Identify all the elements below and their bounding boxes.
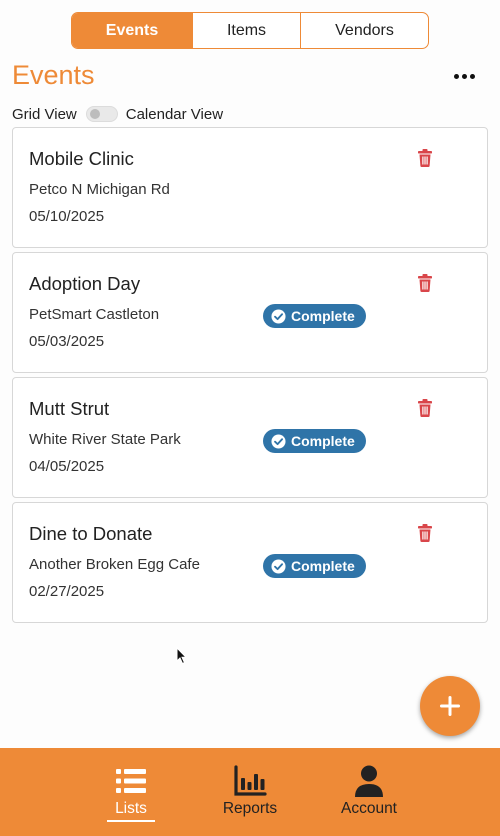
tab-reports[interactable]: Reports <box>215 748 285 836</box>
event-date: 05/03/2025 <box>29 333 105 350</box>
status-badge: Complete <box>263 304 366 328</box>
tab-account-label: Account <box>340 800 397 817</box>
status-badge: Complete <box>263 429 366 453</box>
event-location: White River State Park <box>29 431 181 448</box>
event-date: 04/05/2025 <box>29 458 105 475</box>
add-event-button[interactable] <box>420 676 480 736</box>
event-card[interactable]: Dine to Donate Another Broken Egg Cafe 0… <box>12 502 488 623</box>
more-options-icon[interactable] <box>450 64 478 88</box>
list-icon <box>116 769 146 793</box>
event-card[interactable]: Mobile Clinic Petco N Michigan Rd 05/10/… <box>12 127 488 248</box>
segment-events[interactable]: Events <box>72 13 193 48</box>
section-switcher: Events Items Vendors <box>71 12 429 49</box>
event-location: Petco N Michigan Rd <box>29 181 170 198</box>
segment-vendors[interactable]: Vendors <box>301 13 428 48</box>
event-date: 05/10/2025 <box>29 208 105 225</box>
tab-lists[interactable]: Lists <box>98 748 164 836</box>
bottom-tab-bar: Lists Reports Account <box>0 748 500 836</box>
event-list: Mobile Clinic Petco N Michigan Rd 05/10/… <box>12 127 488 627</box>
event-card[interactable]: Adoption Day PetSmart Castleton 05/03/20… <box>12 252 488 373</box>
view-toggle-switch[interactable] <box>85 106 118 122</box>
event-card[interactable]: Mutt Strut White River State Park 04/05/… <box>12 377 488 498</box>
event-date: 02/27/2025 <box>29 583 105 600</box>
event-location: Another Broken Egg Cafe <box>29 556 200 573</box>
event-title: Mobile Clinic <box>29 148 134 169</box>
event-location: PetSmart Castleton <box>29 306 160 323</box>
tab-reports-label: Reports <box>222 800 278 817</box>
trash-icon[interactable] <box>417 524 433 542</box>
status-badge: Complete <box>263 554 366 578</box>
tab-account[interactable]: Account <box>334 748 404 836</box>
status-badge-label: Complete <box>291 558 355 574</box>
page-title: Events <box>12 60 95 90</box>
status-badge-label: Complete <box>291 308 355 324</box>
segment-items[interactable]: Items <box>193 13 301 48</box>
view-toggle-row: Grid View Calendar View <box>12 104 223 124</box>
check-circle-icon <box>271 558 286 574</box>
calendar-view-label: Calendar View <box>125 105 224 123</box>
event-title: Adoption Day <box>29 273 141 294</box>
trash-icon[interactable] <box>417 274 433 292</box>
bar-chart-icon <box>234 765 267 796</box>
grid-view-label: Grid View <box>12 105 77 123</box>
check-circle-icon <box>271 308 286 324</box>
plus-icon <box>440 696 460 716</box>
trash-icon[interactable] <box>417 399 433 417</box>
status-badge-label: Complete <box>291 433 355 449</box>
event-title: Dine to Donate <box>29 523 153 544</box>
trash-icon[interactable] <box>417 149 433 167</box>
event-title: Mutt Strut <box>29 398 110 419</box>
check-circle-icon <box>271 433 286 449</box>
tab-lists-label: Lists <box>107 800 155 822</box>
app-screen: Events Items Vendors Events Grid View Ca… <box>0 0 500 836</box>
mouse-cursor-icon <box>176 647 188 665</box>
person-icon <box>355 765 383 797</box>
